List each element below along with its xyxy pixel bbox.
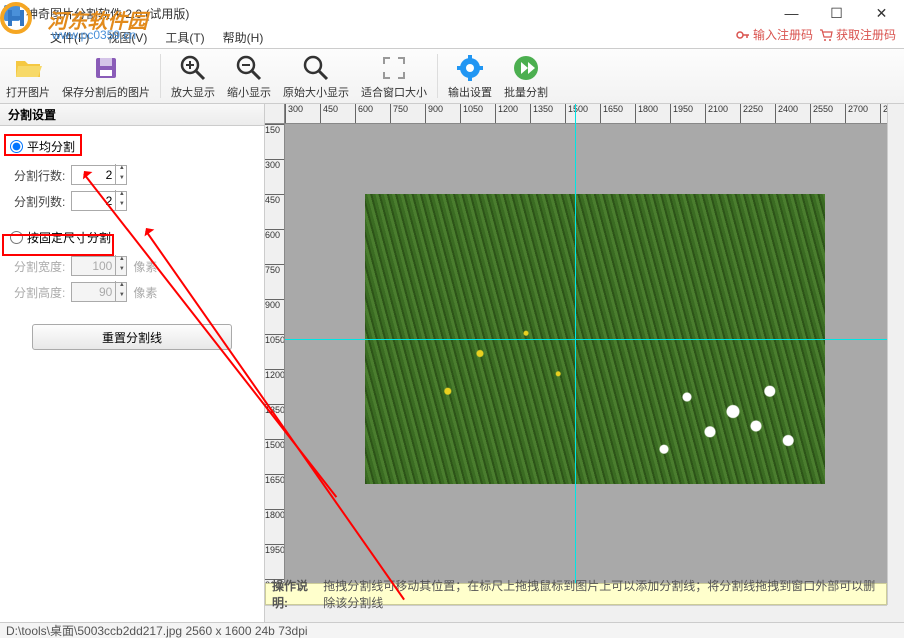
key-icon <box>736 28 750 42</box>
ruler-horizontal[interactable]: 3004506007509001050120013501500165018001… <box>285 104 904 124</box>
minimize-button[interactable]: — <box>769 0 814 26</box>
zoom-original-button[interactable]: 原始大小显示 <box>277 49 355 103</box>
cart-icon <box>819 28 833 42</box>
cols-spinner[interactable]: ▲▼ <box>115 190 127 210</box>
toolbar: 打开图片 保存分割后的图片 放大显示 缩小显示 原始大小显示 适合窗口大小 输出… <box>0 48 904 104</box>
zoom-orig-label: 原始大小显示 <box>283 84 349 100</box>
cols-label: 分割列数: <box>14 193 65 210</box>
avg-split-radio[interactable] <box>10 140 23 153</box>
canvas-area[interactable]: 3004506007509001050120013501500165018001… <box>265 104 904 622</box>
batch-label: 批量分割 <box>504 84 548 100</box>
split-line-vertical[interactable] <box>575 104 576 622</box>
scrollbar-corner <box>887 605 904 622</box>
width-label: 分割宽度: <box>14 258 65 275</box>
zoom-out-icon <box>234 53 264 83</box>
menu-view[interactable]: 视图(V) <box>107 29 147 46</box>
status-text: D:\tools\桌面\5003ccb2dd217.jpg 2560 x 160… <box>6 622 308 639</box>
batch-split-button[interactable]: 批量分割 <box>498 49 554 103</box>
enter-register-code-link[interactable]: 输入注册码 <box>736 26 813 43</box>
save-label: 保存分割后的图片 <box>62 84 150 100</box>
toolbar-separator <box>160 54 161 98</box>
reset-split-lines-button[interactable]: 重置分割线 <box>32 324 232 350</box>
menu-tools[interactable]: 工具(T) <box>165 29 204 46</box>
batch-icon <box>511 53 541 83</box>
hint-bar: 操作说明: 拖拽分割线可移动其位置；在标尺上拖拽鼠标到图片上可以添加分割线；将分… <box>265 583 887 605</box>
zoom-in-label: 放大显示 <box>171 84 215 100</box>
hint-prefix: 操作说明: <box>272 577 319 611</box>
zoom-in-icon <box>178 53 208 83</box>
zoom-in-button[interactable]: 放大显示 <box>165 49 221 103</box>
fixed-split-radio[interactable] <box>10 231 23 244</box>
fit-label: 适合窗口大小 <box>361 84 427 100</box>
window-title: 神奇图片分割软件 2.0 (试用版) <box>26 5 189 22</box>
close-button[interactable]: ✕ <box>859 0 904 26</box>
split-line-horizontal[interactable] <box>285 339 904 340</box>
app-icon <box>4 5 20 21</box>
fit-window-button[interactable]: 适合窗口大小 <box>355 49 433 103</box>
height-spinner: ▲▼ <box>115 281 127 301</box>
open-image-button[interactable]: 打开图片 <box>0 49 56 103</box>
menu-bar: 文件(F) 视图(V) 工具(T) 帮助(H) 输入注册码 获取注册码 <box>0 26 904 48</box>
panel-header: 分割设置 <box>0 104 265 126</box>
get-register-code-link[interactable]: 获取注册码 <box>819 26 896 43</box>
zoom-original-icon <box>301 53 331 83</box>
output-label: 输出设置 <box>448 84 492 100</box>
avg-split-label: 平均分割 <box>27 138 75 155</box>
maximize-button[interactable]: ☐ <box>814 0 859 26</box>
open-label: 打开图片 <box>6 84 50 100</box>
scrollbar-vertical[interactable] <box>887 104 904 605</box>
side-panel: 分割设置 平均分割 分割行数: ▲▼ 分割列数: ▲▼ 按固定尺寸分割 <box>0 104 265 622</box>
height-label: 分割高度: <box>14 284 65 301</box>
fixed-split-label: 按固定尺寸分割 <box>27 229 111 246</box>
ruler-vertical[interactable]: 1503004506007509001050120013501500165018… <box>265 124 285 622</box>
menu-file[interactable]: 文件(F) <box>50 29 89 46</box>
save-icon <box>91 53 121 83</box>
rows-spinner[interactable]: ▲▼ <box>115 164 127 184</box>
rows-label: 分割行数: <box>14 167 65 184</box>
width-spinner: ▲▼ <box>115 255 127 275</box>
get-code-label: 获取注册码 <box>836 26 896 43</box>
ruler-corner <box>265 104 285 124</box>
zoom-out-button[interactable]: 缩小显示 <box>221 49 277 103</box>
zoom-out-label: 缩小显示 <box>227 84 271 100</box>
menu-help[interactable]: 帮助(H) <box>223 29 264 46</box>
height-unit: 像素 <box>133 284 157 301</box>
output-settings-button[interactable]: 输出设置 <box>442 49 498 103</box>
title-bar: 神奇图片分割软件 2.0 (试用版) — ☐ ✕ <box>0 0 904 26</box>
enter-code-label: 输入注册码 <box>753 26 813 43</box>
status-bar: D:\tools\桌面\5003ccb2dd217.jpg 2560 x 160… <box>0 622 904 638</box>
width-unit: 像素 <box>133 258 157 275</box>
fit-window-icon <box>379 53 409 83</box>
save-split-button[interactable]: 保存分割后的图片 <box>56 49 156 103</box>
hint-text: 拖拽分割线可移动其位置；在标尺上拖拽鼠标到图片上可以添加分割线；将分割线拖拽到窗… <box>323 577 880 611</box>
gear-icon <box>455 53 485 83</box>
toolbar-separator <box>437 54 438 98</box>
folder-open-icon <box>13 53 43 83</box>
